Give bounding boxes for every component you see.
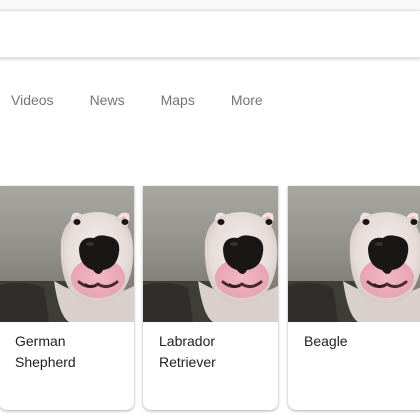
search-box[interactable] (0, 10, 420, 58)
breed-card-label: Labrador Retriever (159, 333, 216, 370)
search-tabs: Videos News Maps More (0, 88, 288, 112)
tab-more[interactable]: More (231, 92, 263, 108)
dog-photo (143, 186, 278, 322)
dog-photo (0, 186, 134, 322)
breed-card-beagle[interactable]: Beagle (288, 186, 420, 410)
breed-card-labrador-retriever[interactable]: Labrador Retriever (143, 186, 278, 410)
breed-card-german-shepherd[interactable]: German Shepherd (0, 186, 134, 410)
search-input[interactable] (13, 23, 397, 49)
tab-videos[interactable]: Videos (11, 92, 54, 108)
breed-carousel: German Shepherd Labrador Retriever Beagl… (0, 186, 420, 412)
search-results-page: Videos News Maps More German Shepherd La… (0, 0, 420, 420)
breed-card-label: Beagle (304, 333, 348, 349)
dog-photo (288, 186, 420, 322)
tab-maps[interactable]: Maps (161, 92, 195, 108)
tab-news[interactable]: News (90, 92, 125, 108)
breed-card-label: German Shepherd (15, 333, 76, 370)
